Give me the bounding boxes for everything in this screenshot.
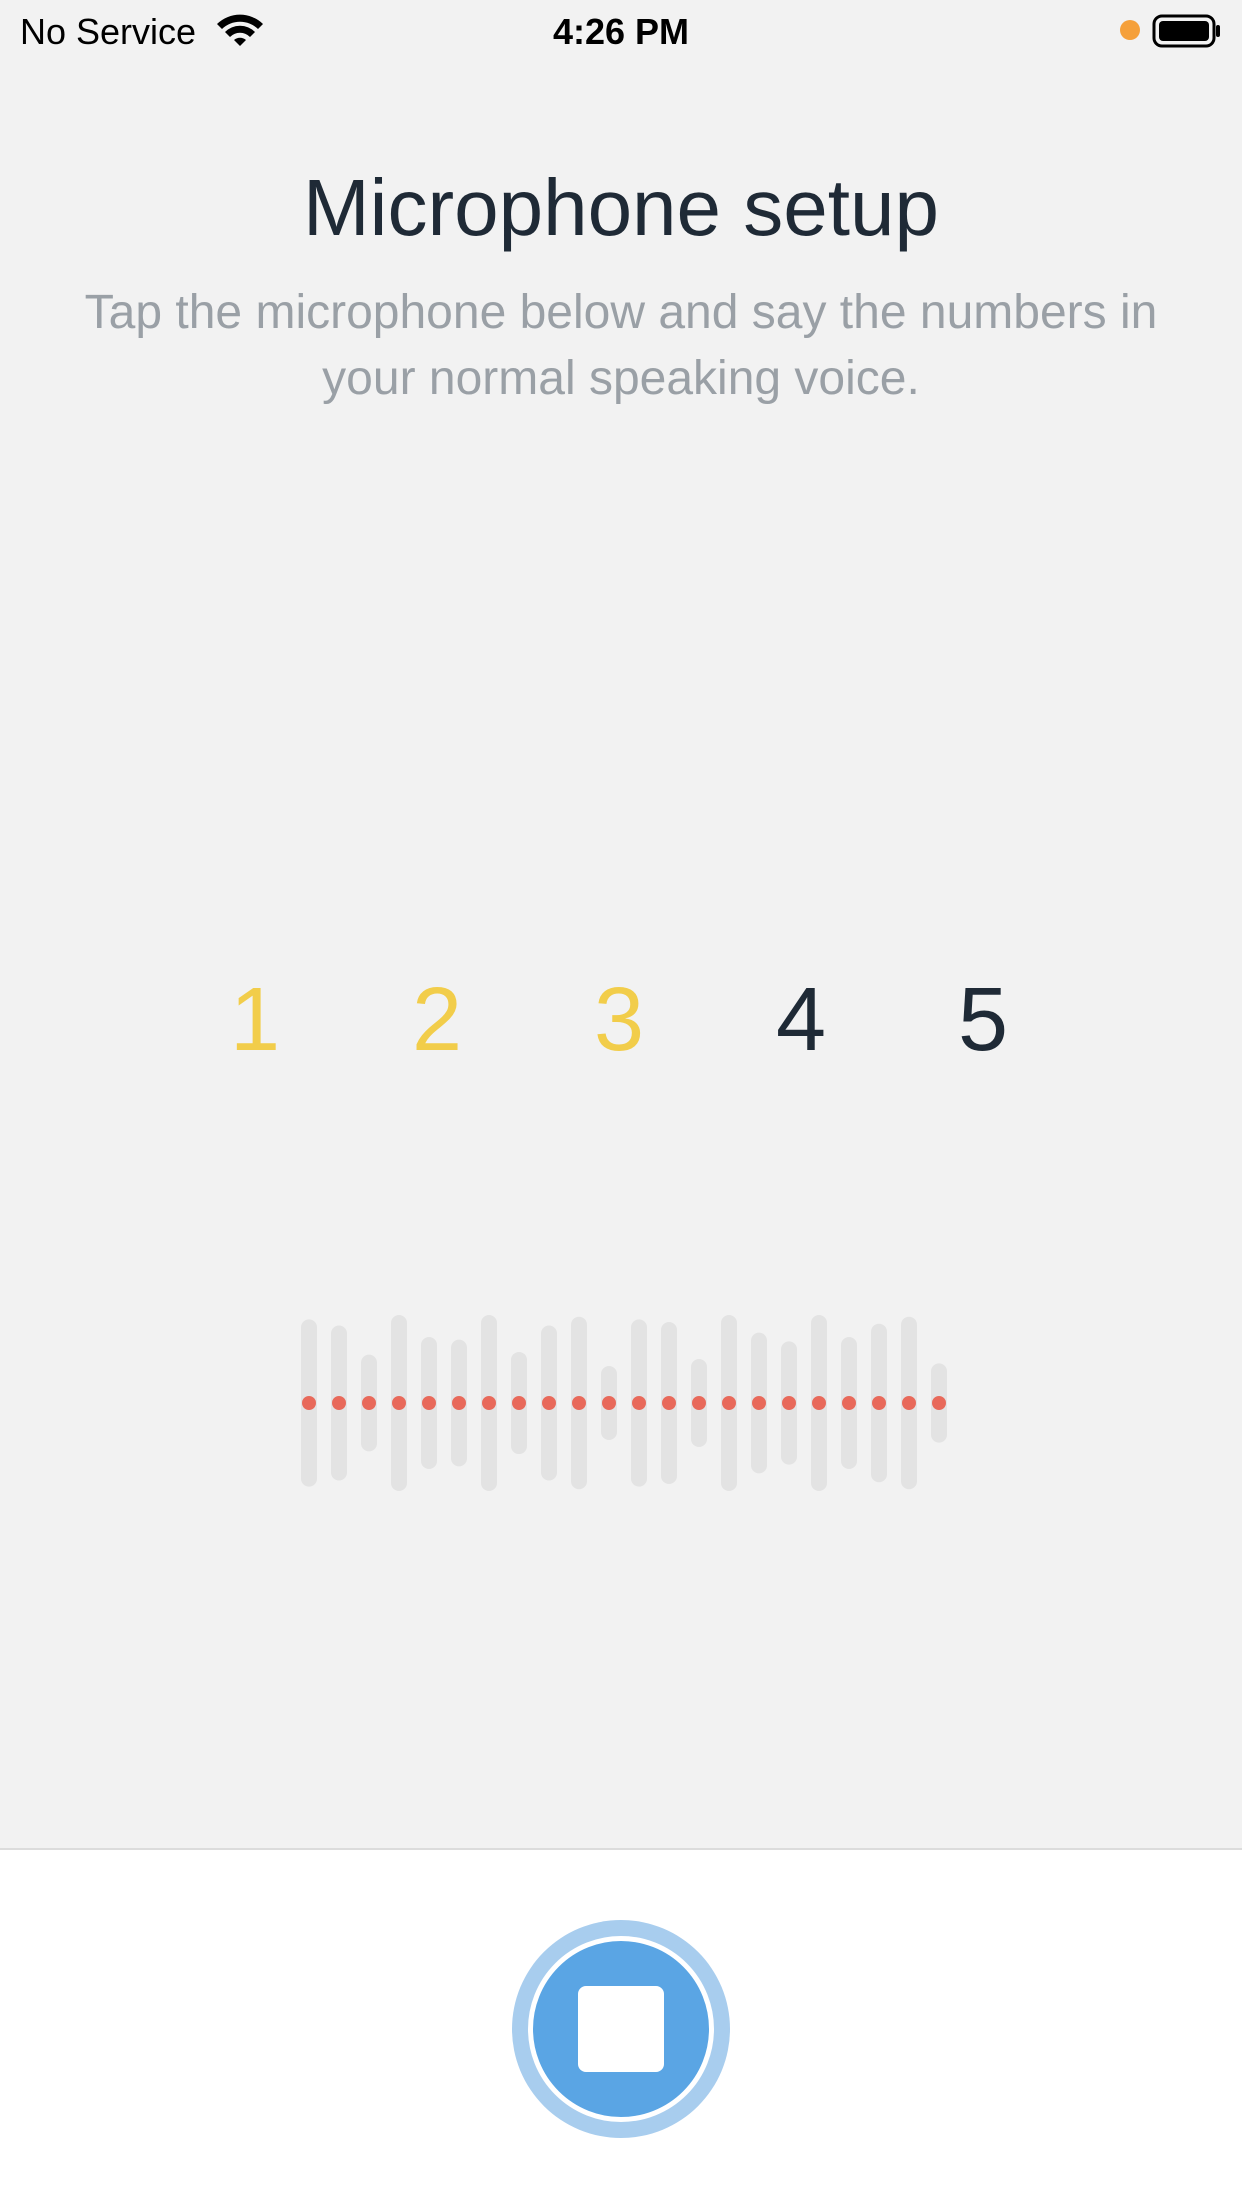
waveform-baseline-dot (932, 1396, 946, 1410)
waveform-baseline-dot (632, 1396, 646, 1410)
number-digit-1: 1 (229, 970, 281, 1070)
waveform-baseline-dot (512, 1396, 526, 1410)
waveform-baseline-dot (872, 1396, 886, 1410)
number-digit-5: 5 (957, 970, 1009, 1070)
waveform-baseline-dot (842, 1396, 856, 1410)
stop-recording-button[interactable] (512, 1920, 730, 2138)
waveform-baseline-dot (332, 1396, 346, 1410)
waveform-baseline-dot (542, 1396, 556, 1410)
waveform-baseline-dot (362, 1396, 376, 1410)
waveform-baseline-dot (602, 1396, 616, 1410)
waveform-baseline-dot (422, 1396, 436, 1410)
status-time: 4:26 PM (552, 11, 690, 52)
waveform-baseline-dot (692, 1396, 706, 1410)
waveform-baseline-dot (752, 1396, 766, 1410)
waveform-baseline-dot (452, 1396, 466, 1410)
waveform-baseline-dot (662, 1396, 676, 1410)
waveform-baseline-dot (392, 1396, 406, 1410)
instructions-text: Tap the microphone below and say the num… (84, 286, 1158, 405)
page-title: Microphone setup (303, 163, 939, 252)
number-digit-4: 4 (775, 970, 827, 1070)
bottom-toolbar (0, 1848, 1242, 2210)
status-bar: No Service 4:26 PM (0, 0, 1242, 62)
recording-indicator-dot (1120, 20, 1140, 40)
waveform-baseline-dot (722, 1396, 736, 1410)
waveform-baseline-dot (572, 1396, 586, 1410)
number-digit-2: 2 (411, 970, 463, 1070)
number-sequence: 1 2 3 4 5 (0, 970, 1242, 1070)
number-digit-3: 3 (593, 970, 645, 1070)
waveform-baseline-dot (302, 1396, 316, 1410)
waveform-baseline-dot (902, 1396, 916, 1410)
stop-icon (578, 1986, 664, 2072)
audio-waveform-icon (301, 1315, 947, 1491)
waveform-baseline-dot (482, 1396, 496, 1410)
battery-icon (1152, 14, 1220, 48)
waveform-baseline-dot (782, 1396, 796, 1410)
waveform-baseline-dot (812, 1396, 826, 1410)
